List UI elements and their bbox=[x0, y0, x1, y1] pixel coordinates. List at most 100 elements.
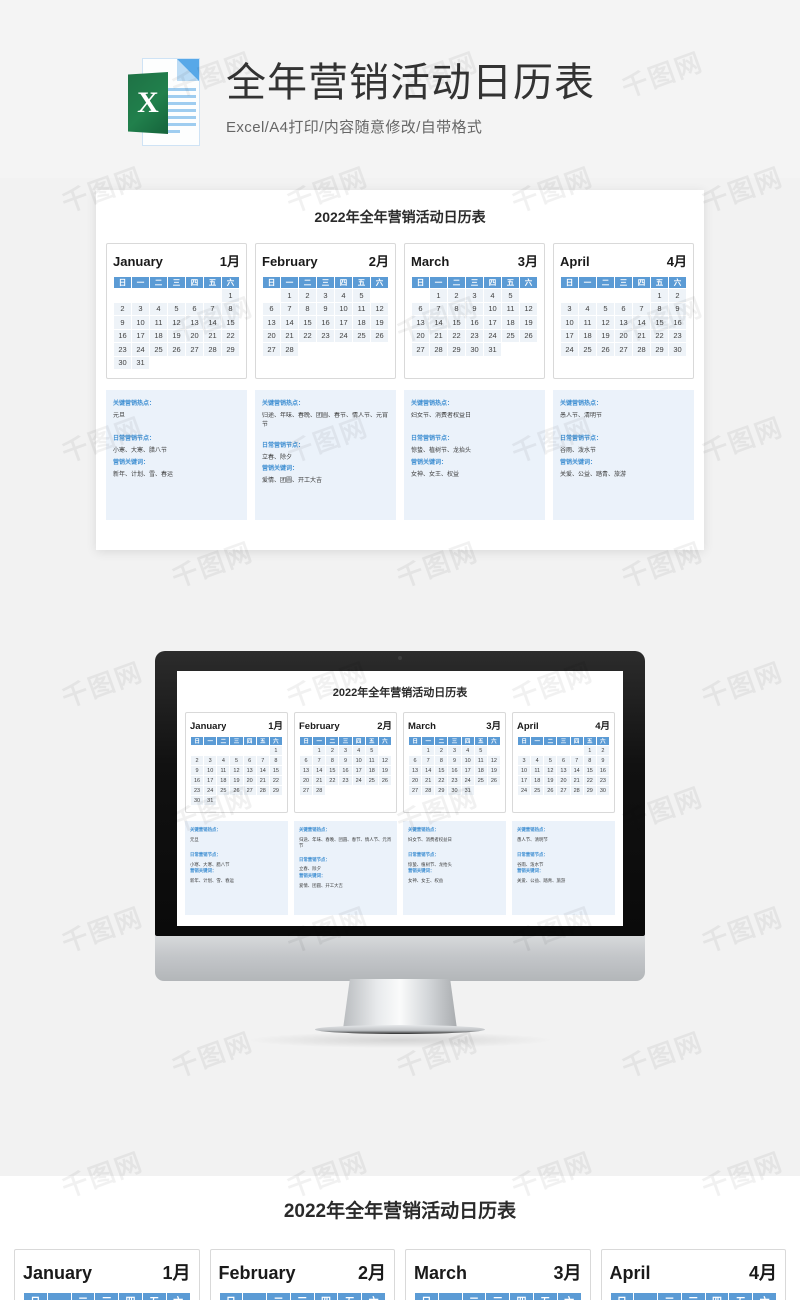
calendar-day-cell[interactable]: 20 bbox=[615, 329, 632, 342]
calendar-day-cell[interactable]: 11 bbox=[579, 316, 596, 329]
calendar-day-cell[interactable]: 6 bbox=[300, 756, 313, 765]
calendar-day-cell[interactable]: 26 bbox=[371, 329, 388, 342]
calendar-day-cell[interactable]: 1 bbox=[269, 746, 282, 755]
calendar-day-cell[interactable]: 18 bbox=[579, 329, 596, 342]
calendar-day-cell[interactable]: 14 bbox=[313, 766, 326, 775]
calendar-day-cell[interactable]: 7 bbox=[422, 756, 435, 765]
calendar-day-cell[interactable]: 13 bbox=[409, 766, 422, 775]
calendar-day-cell[interactable]: 24 bbox=[204, 786, 217, 795]
calendar-day-cell[interactable]: 20 bbox=[557, 776, 570, 785]
calendar-day-cell[interactable]: 21 bbox=[633, 329, 650, 342]
calendar-day-cell[interactable]: 13 bbox=[615, 316, 632, 329]
calendar-day-cell[interactable]: 15 bbox=[651, 316, 668, 329]
calendar-day-cell[interactable]: 19 bbox=[520, 316, 537, 329]
calendar-day-cell[interactable]: 9 bbox=[669, 302, 686, 315]
calendar-day-cell[interactable]: 12 bbox=[230, 766, 243, 775]
calendar-day-cell[interactable]: 16 bbox=[669, 316, 686, 329]
calendar-day-cell[interactable]: 22 bbox=[269, 776, 282, 785]
calendar-day-cell[interactable]: 15 bbox=[299, 316, 316, 329]
calendar-day-cell[interactable]: 15 bbox=[583, 766, 596, 775]
calendar-document-preview[interactable]: 2022年全年营销活动日历表 January 1月日一二三四五六 12345678… bbox=[96, 190, 704, 550]
calendar-day-cell[interactable]: 26 bbox=[520, 329, 537, 342]
calendar-day-cell[interactable]: 10 bbox=[132, 316, 149, 329]
calendar-day-cell[interactable]: 28 bbox=[570, 786, 583, 795]
calendar-day-cell[interactable]: 9 bbox=[114, 316, 131, 329]
calendar-day-cell[interactable]: 14 bbox=[430, 316, 447, 329]
calendar-day-cell[interactable]: 19 bbox=[371, 316, 388, 329]
calendar-day-cell[interactable]: 7 bbox=[430, 302, 447, 315]
calendar-day-cell[interactable]: 24 bbox=[335, 329, 352, 342]
calendar-day-cell[interactable]: 26 bbox=[230, 786, 243, 795]
calendar-day-cell[interactable]: 1 bbox=[422, 746, 435, 755]
calendar-day-cell[interactable]: 10 bbox=[484, 302, 501, 315]
calendar-day-cell[interactable]: 2 bbox=[299, 289, 316, 302]
calendar-day-cell[interactable]: 15 bbox=[269, 766, 282, 775]
calendar-day-cell[interactable]: 25 bbox=[502, 329, 519, 342]
calendar-day-cell[interactable]: 21 bbox=[430, 329, 447, 342]
calendar-day-cell[interactable]: 17 bbox=[461, 766, 474, 775]
calendar-day-cell[interactable]: 18 bbox=[365, 766, 378, 775]
calendar-day-cell[interactable]: 4 bbox=[217, 756, 230, 765]
calendar-day-cell[interactable]: 9 bbox=[191, 766, 204, 775]
calendar-day-cell[interactable]: 13 bbox=[263, 316, 280, 329]
calendar-day-cell[interactable]: 14 bbox=[204, 316, 221, 329]
calendar-day-cell[interactable]: 30 bbox=[191, 796, 204, 805]
calendar-day-cell[interactable]: 12 bbox=[520, 302, 537, 315]
calendar-day-cell[interactable]: 2 bbox=[114, 302, 131, 315]
calendar-day-cell[interactable]: 14 bbox=[633, 316, 650, 329]
calendar-day-cell[interactable]: 5 bbox=[474, 746, 487, 755]
calendar-day-cell[interactable]: 18 bbox=[353, 316, 370, 329]
calendar-day-cell[interactable]: 3 bbox=[339, 746, 352, 755]
calendar-document-on-screen[interactable]: 2022年全年营销活动日历表 January 1月日一二三四五六 12345678… bbox=[177, 671, 623, 926]
calendar-day-cell[interactable]: 13 bbox=[186, 316, 203, 329]
calendar-day-cell[interactable]: 15 bbox=[435, 766, 448, 775]
calendar-day-cell[interactable]: 5 bbox=[230, 756, 243, 765]
calendar-day-cell[interactable]: 17 bbox=[132, 329, 149, 342]
calendar-day-cell[interactable]: 21 bbox=[281, 329, 298, 342]
calendar-day-cell[interactable]: 27 bbox=[557, 786, 570, 795]
calendar-day-cell[interactable]: 11 bbox=[150, 316, 167, 329]
calendar-day-cell[interactable]: 10 bbox=[561, 316, 578, 329]
calendar-day-cell[interactable]: 17 bbox=[484, 316, 501, 329]
calendar-day-cell[interactable]: 9 bbox=[596, 756, 609, 765]
calendar-day-cell[interactable]: 5 bbox=[353, 289, 370, 302]
calendar-day-cell[interactable]: 6 bbox=[263, 302, 280, 315]
calendar-day-cell[interactable]: 6 bbox=[557, 756, 570, 765]
calendar-day-cell[interactable]: 27 bbox=[615, 343, 632, 356]
calendar-day-cell[interactable]: 12 bbox=[371, 302, 388, 315]
calendar-day-cell[interactable]: 5 bbox=[597, 302, 614, 315]
calendar-day-cell[interactable]: 10 bbox=[335, 302, 352, 315]
calendar-day-cell[interactable]: 23 bbox=[596, 776, 609, 785]
calendar-day-cell[interactable]: 10 bbox=[518, 766, 531, 775]
calendar-day-cell[interactable]: 27 bbox=[412, 343, 429, 356]
calendar-day-cell[interactable]: 16 bbox=[448, 766, 461, 775]
calendar-day-cell[interactable]: 11 bbox=[531, 766, 544, 775]
calendar-day-cell[interactable]: 1 bbox=[583, 746, 596, 755]
calendar-day-cell[interactable]: 18 bbox=[502, 316, 519, 329]
calendar-day-cell[interactable]: 25 bbox=[579, 343, 596, 356]
calendar-day-cell[interactable]: 5 bbox=[544, 756, 557, 765]
calendar-day-cell[interactable]: 6 bbox=[243, 756, 256, 765]
calendar-day-cell[interactable]: 22 bbox=[651, 329, 668, 342]
calendar-day-cell[interactable]: 8 bbox=[299, 302, 316, 315]
calendar-day-cell[interactable]: 17 bbox=[561, 329, 578, 342]
calendar-day-cell[interactable]: 16 bbox=[596, 766, 609, 775]
calendar-day-cell[interactable]: 6 bbox=[615, 302, 632, 315]
calendar-day-cell[interactable]: 23 bbox=[339, 776, 352, 785]
calendar-day-cell[interactable]: 16 bbox=[466, 316, 483, 329]
calendar-day-cell[interactable]: 30 bbox=[466, 343, 483, 356]
calendar-day-cell[interactable]: 3 bbox=[561, 302, 578, 315]
calendar-day-cell[interactable]: 21 bbox=[256, 776, 269, 785]
calendar-day-cell[interactable]: 26 bbox=[378, 776, 391, 785]
calendar-day-cell[interactable]: 1 bbox=[313, 746, 326, 755]
calendar-day-cell[interactable]: 16 bbox=[317, 316, 334, 329]
calendar-day-cell[interactable]: 9 bbox=[466, 302, 483, 315]
calendar-document-bottom[interactable]: 2022年全年营销活动日历表 January 1月日一二三四五六 12345678… bbox=[0, 1176, 800, 1300]
calendar-day-cell[interactable]: 8 bbox=[269, 756, 282, 765]
calendar-day-cell[interactable]: 28 bbox=[256, 786, 269, 795]
calendar-day-cell[interactable]: 29 bbox=[435, 786, 448, 795]
calendar-day-cell[interactable]: 5 bbox=[168, 302, 185, 315]
calendar-day-cell[interactable]: 9 bbox=[448, 756, 461, 765]
calendar-day-cell[interactable]: 24 bbox=[461, 776, 474, 785]
calendar-day-cell[interactable]: 22 bbox=[326, 776, 339, 785]
